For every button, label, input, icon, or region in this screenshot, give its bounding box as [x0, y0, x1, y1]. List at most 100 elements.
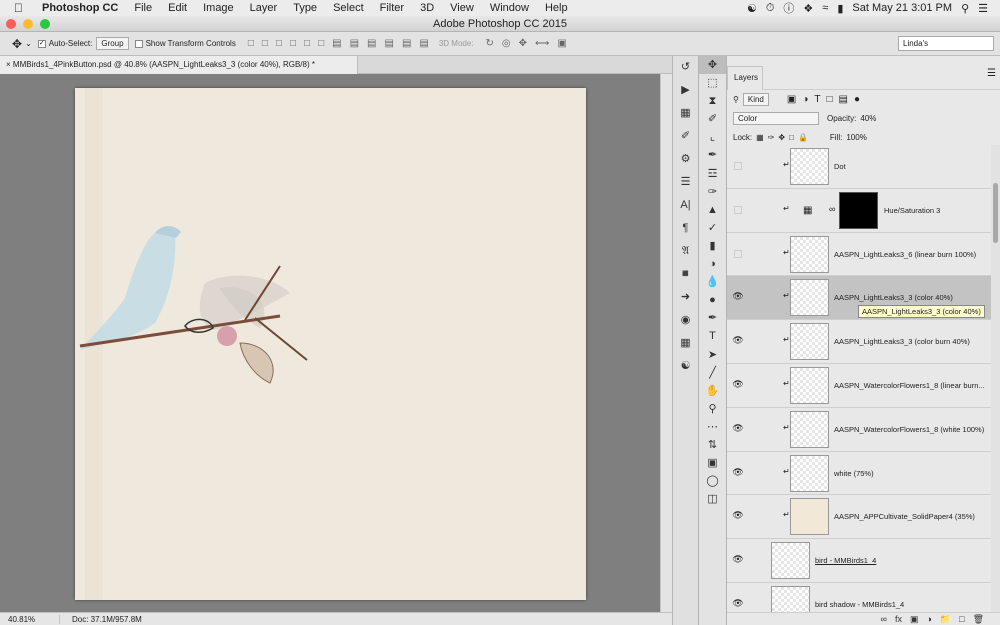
adjustment-filter-icon[interactable]: ◑ [802, 94, 808, 105]
type-tool-icon[interactable]: T [699, 327, 726, 345]
shape-filter-icon[interactable]: □ [826, 94, 832, 105]
adjustments-panel-icon[interactable]: ⚙ [673, 148, 698, 171]
glyphs-panel-icon[interactable]: 𝔄 [673, 240, 698, 263]
3d-roll-icon[interactable]: ◎ [502, 38, 511, 49]
eye-icon[interactable]: 👁 [732, 291, 744, 303]
eye-icon[interactable]: 👁 [732, 335, 744, 347]
creative-cloud-icon[interactable]: ☯ [747, 2, 757, 15]
distribute-vcenter-icon[interactable]: ▤ [350, 38, 359, 49]
show-transform-checkbox[interactable] [134, 39, 143, 48]
screen-mode-icon[interactable]: ◫ [699, 490, 726, 508]
layer-row[interactable]: 👁 ↵ AASPN_LightLeaks3_3 (color burn 40%) [727, 320, 991, 364]
move-tool-icon[interactable]: ✥ [12, 37, 22, 51]
3d-slide-icon[interactable]: ⟷ [535, 38, 549, 49]
hand-tool-icon[interactable]: ✋ [699, 382, 726, 400]
color-swatches[interactable]: ▣ [699, 454, 726, 472]
history-panel-icon[interactable]: ↺ [673, 56, 698, 79]
distribute-hcenter-icon[interactable]: ▤ [402, 38, 411, 49]
libraries-panel-icon[interactable]: ◾ [673, 263, 698, 286]
menu-window[interactable]: Window [482, 2, 537, 14]
app-menu[interactable]: Photoshop CC [34, 2, 126, 14]
document-size[interactable]: Doc: 37.1M/957.8M [60, 615, 142, 624]
visibility-off[interactable] [732, 160, 744, 172]
apple-icon[interactable]:  [14, 1, 30, 15]
swap-colors-icon[interactable]: ⇅ [699, 436, 726, 454]
workspace-selector[interactable]: Linda's [898, 36, 994, 51]
menu-file[interactable]: File [126, 2, 160, 14]
distribute-bottom-icon[interactable]: ▤ [367, 38, 376, 49]
filter-type-dropdown[interactable]: Kind [742, 93, 769, 106]
3d-pan-icon[interactable]: ✥ [519, 38, 527, 49]
menu-help[interactable]: Help [537, 2, 576, 14]
new-layer-icon[interactable]: □ [959, 614, 964, 624]
3d-scale-icon[interactable]: ▣ [557, 38, 566, 49]
panel-menu-icon[interactable]: ☰ [987, 68, 996, 79]
align-vcenter-icon[interactable]: □ [262, 38, 268, 49]
link-layers-icon[interactable]: ∞ [881, 614, 887, 624]
layer-row[interactable]: 👁 ↵ AASPN_WatercolorFlowers1_8 (linear b… [727, 364, 991, 408]
info-icon[interactable]: ⓘ [783, 0, 794, 16]
layer-row[interactable]: ↵ ▦ ∞ Hue/Saturation 3 [727, 189, 991, 233]
tool-preset-chevron-icon[interactable]: ⌄ [25, 39, 32, 48]
quick-select-tool-icon[interactable]: ✐ [699, 110, 726, 128]
delete-layer-icon[interactable]: 🗑 [973, 614, 984, 625]
layer-row[interactable]: ↵ Dot [727, 145, 991, 189]
sync-icon[interactable]: ⏱ [766, 2, 775, 15]
lock-all-icon[interactable]: 🔒 [798, 133, 808, 142]
eye-icon[interactable]: 👁 [732, 423, 744, 435]
eraser-tool-icon[interactable]: ▮ [699, 237, 726, 255]
distribute-right-icon[interactable]: ▤ [419, 38, 428, 49]
marquee-tool-icon[interactable]: ⬚ [699, 74, 726, 92]
align-bottom-icon[interactable]: □ [276, 38, 282, 49]
layer-mask-thumbnail[interactable] [839, 191, 878, 229]
menu-filter[interactable]: Filter [372, 2, 412, 14]
menu-type[interactable]: Type [285, 2, 325, 14]
more-tools-icon[interactable]: ⋯ [699, 418, 726, 436]
close-window-button[interactable] [6, 19, 16, 29]
properties-panel-icon[interactable]: ▦ [673, 102, 698, 125]
paint-bucket-tool-icon[interactable]: ◑ [699, 255, 726, 273]
fill-value[interactable]: 100% [846, 133, 866, 142]
notification-icon[interactable]: ☰ [978, 2, 988, 15]
lasso-tool-icon[interactable]: ⧗ [699, 92, 726, 110]
layer-row[interactable]: ↵ AASPN_LightLeaks3_6 (linear burn 100%) [727, 233, 991, 277]
menu-3d[interactable]: 3D [412, 2, 442, 14]
battery-icon[interactable]: ▮ [837, 2, 843, 15]
document-tab[interactable]: × MMBirds1_4PinkButton.psd @ 40.8% (AASP… [0, 56, 358, 74]
lock-artboard-icon[interactable]: □ [789, 133, 794, 142]
spotlight-icon[interactable]: ⚲ [961, 2, 969, 15]
blur-tool-icon[interactable]: 💧 [699, 273, 726, 291]
swatches-panel-icon[interactable]: ▦ [673, 332, 698, 355]
align-left-icon[interactable]: □ [290, 38, 296, 49]
fx-icon[interactable]: fx [895, 614, 902, 624]
align-top-icon[interactable]: □ [248, 38, 254, 49]
distribute-left-icon[interactable]: ▤ [384, 38, 393, 49]
zoom-level[interactable]: 40.81% [0, 614, 60, 624]
close-tab-icon[interactable]: × [6, 60, 11, 69]
type-filter-icon[interactable]: T [814, 94, 820, 105]
visibility-off[interactable] [732, 204, 744, 216]
3d-orbit-icon[interactable]: ↻ [486, 38, 494, 49]
document-canvas[interactable] [75, 88, 586, 600]
layer-row[interactable]: 👁 bird shadow - MMBirds1_4 [727, 583, 991, 612]
paragraph-panel-icon[interactable]: ¶ [673, 217, 698, 240]
history-brush-tool-icon[interactable]: ✓ [699, 219, 726, 237]
crop-tool-icon[interactable]: ⌞ [699, 128, 726, 146]
add-mask-icon[interactable]: ▣ [910, 614, 919, 625]
auto-select-checkbox[interactable]: ✓ [37, 39, 46, 48]
move-tool-icon[interactable]: ✥ [699, 56, 726, 75]
align-right-icon[interactable]: □ [318, 38, 324, 49]
link-icon[interactable]: ∞ [829, 204, 835, 214]
creative-cloud-panel-icon[interactable]: ☯ [673, 355, 698, 378]
lock-position-icon[interactable]: ✥ [778, 133, 785, 142]
path-select-tool-icon[interactable]: ➤ [699, 346, 726, 364]
menu-layer[interactable]: Layer [242, 2, 286, 14]
opacity-value[interactable]: 40% [860, 114, 876, 123]
eye-icon[interactable]: 👁 [732, 554, 744, 566]
layers-scrollbar[interactable] [991, 145, 1000, 612]
eye-icon[interactable]: 👁 [732, 467, 744, 479]
clock[interactable]: Sat May 21 3:01 PM [852, 2, 952, 14]
layer-row[interactable]: 👁 ↵ AASPN_WatercolorFlowers1_8 (white 10… [727, 408, 991, 452]
smart-object-filter-icon[interactable]: ▤ [839, 94, 848, 105]
zoom-window-button[interactable] [40, 19, 50, 29]
